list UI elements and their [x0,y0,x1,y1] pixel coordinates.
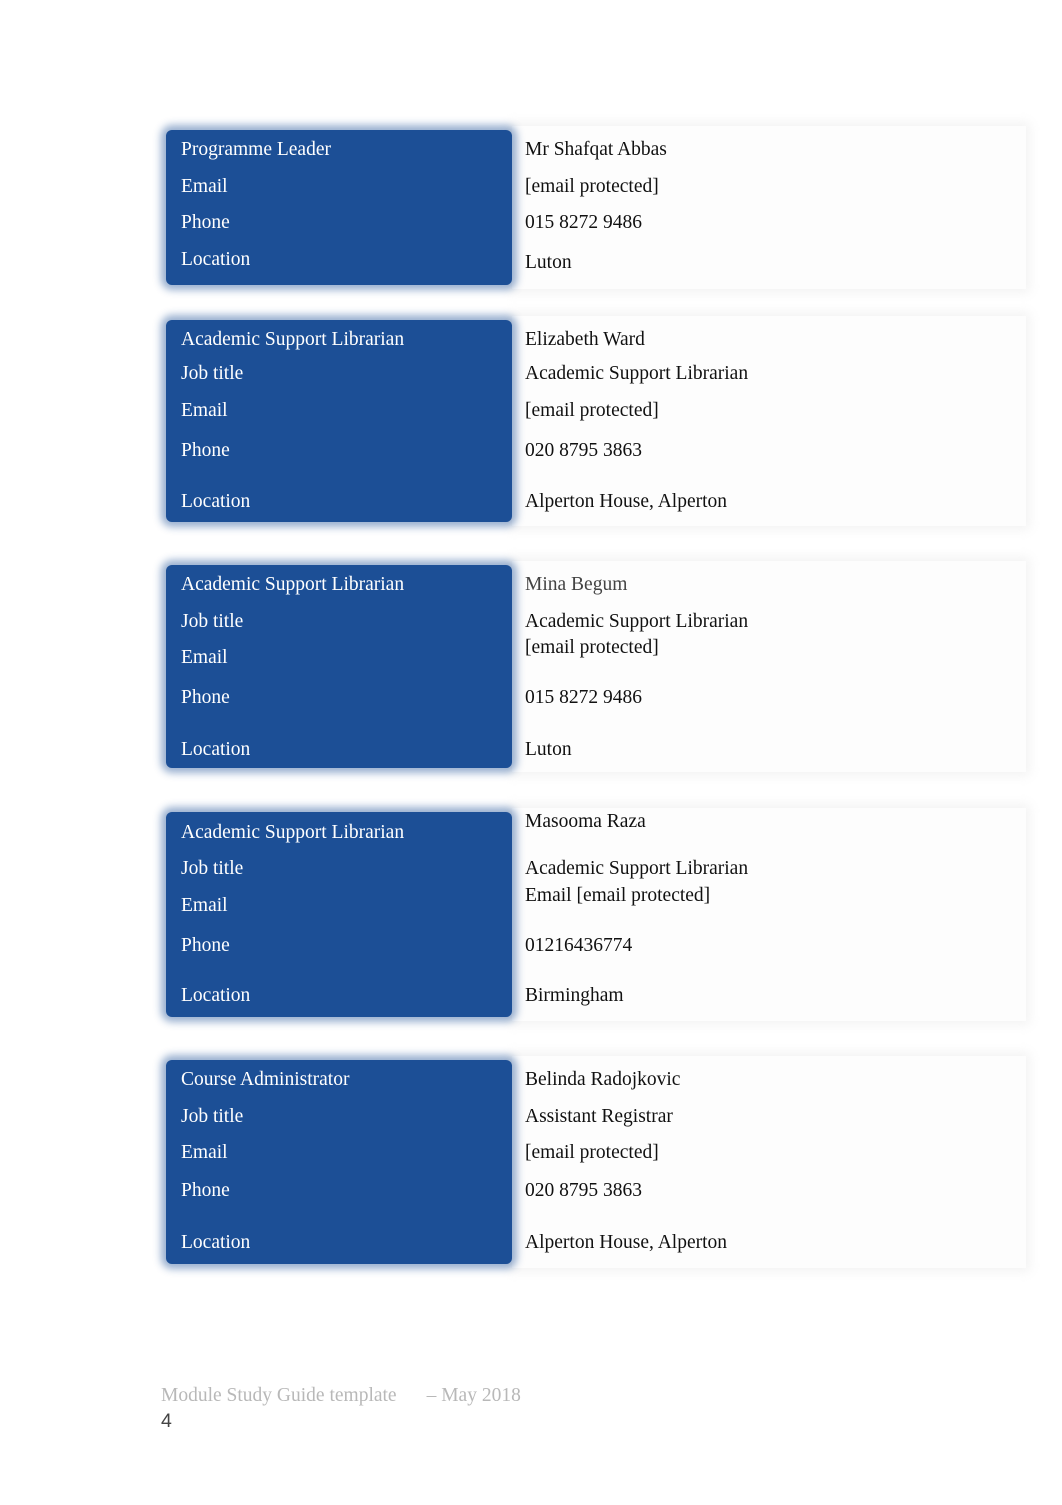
row-label: Academic Support Librarian [181,329,405,350]
row-value: Mina Begum [525,574,628,595]
row-value[interactable]: Email [email protected] [525,884,710,908]
row-label: Email [181,176,228,197]
page-footer: Module Study Guide template – May 2018 [161,1385,521,1407]
contact-card-course-administrator: Course Administrator Belinda Radojkovic … [166,1056,1026,1268]
contact-card-librarian-1: Academic Support Librarian Elizabeth War… [166,316,1026,526]
row-value: Alperton House, Alperton [525,491,728,512]
row-label: Location [181,491,251,512]
row-label: Job title [181,363,244,384]
row-label: Phone [181,440,230,461]
contact-row-location: Location Alperton House, Alperton [166,490,1026,514]
row-label: Phone [181,212,230,233]
contact-card-librarian-3: Academic Support Librarian Masooma Raza … [166,808,1026,1021]
contact-row-phone: Phone 015 8272 9486 [166,686,1026,710]
row-label: Programme Leader [181,139,331,160]
row-label: Phone [181,687,230,708]
row-value[interactable]: [email protected] [525,636,659,660]
row-value: Luton [525,739,572,760]
row-value: 020 8795 3863 [525,440,642,461]
row-label: Location [181,985,251,1006]
row-label: Job title [181,611,244,632]
footer-date: – May 2018 [426,1385,521,1406]
contact-row-job-title: Job title Academic Support Librarian [166,857,1026,881]
contact-row-location: Location Alperton House, Alperton [166,1231,1026,1255]
contact-row-email: Email [email protected] [166,637,1026,670]
contact-row-role: Academic Support Librarian Elizabeth War… [166,328,1026,352]
row-value: Academic Support Librarian [525,611,749,632]
contact-row-job-title: Job title Assistant Registrar [166,1105,1026,1129]
page-number: 4 [161,1410,172,1432]
row-label: Location [181,739,251,760]
contact-row-phone: Phone 020 8795 3863 [166,439,1026,463]
row-value: Elizabeth Ward [525,329,645,350]
row-value: Academic Support Librarian [525,858,749,879]
contact-row-location: Location Luton [166,248,1026,273]
row-label: Job title [181,858,244,879]
row-value: Belinda Radojkovic [525,1069,681,1090]
contact-row-job-title: Job title Academic Support Librarian [166,610,1026,634]
row-value: Academic Support Librarian [525,363,749,384]
contact-row-phone: Phone 020 8795 3863 [166,1179,1026,1203]
row-label: Phone [181,935,230,956]
row-label: Location [181,249,251,270]
contact-row-role: Academic Support Librarian Masooma Raza [166,811,1026,845]
contact-row-location: Location Birmingham [166,984,1026,1008]
row-label: Location [181,1232,251,1253]
row-value: Assistant Registrar [525,1106,673,1127]
contact-row-phone: Phone 01216436774 [166,934,1026,958]
row-label: Academic Support Librarian [181,822,405,843]
row-value[interactable]: [email protected] [525,399,659,423]
row-label: Phone [181,1180,230,1201]
contact-card-programme-leader: Programme Leader Mr Shafqat Abbas Email … [166,126,1026,289]
row-label: Academic Support Librarian [181,574,405,595]
contact-row-role: Programme Leader Mr Shafqat Abbas [166,138,1026,162]
row-value: Masooma Raza [525,811,646,832]
row-label: Job title [181,1106,244,1127]
contact-row-email: Email Email [email protected] [166,885,1026,918]
contact-row-role: Academic Support Librarian Mina Begum [166,573,1026,597]
row-label: Course Administrator [181,1069,350,1090]
row-value: Luton [525,252,572,273]
row-value: 020 8795 3863 [525,1180,642,1201]
contact-row-email: Email [email protected] [166,399,1026,423]
row-value[interactable]: [email protected] [525,175,659,199]
contact-row-email: Email [email protected] [166,1141,1026,1165]
row-value: Birmingham [525,985,624,1006]
contact-row-phone: Phone 015 8272 9486 [166,211,1026,235]
footer-title: Module Study Guide template [161,1385,397,1406]
row-label: Email [181,400,228,421]
row-value: 01216436774 [525,935,633,956]
row-value: Mr Shafqat Abbas [525,139,667,160]
row-label: Email [181,647,228,668]
row-label: Email [181,1142,228,1163]
row-label: Email [181,895,228,916]
contact-row-email: Email [email protected] [166,175,1026,199]
contact-row-location: Location Luton [166,738,1026,762]
row-value: 015 8272 9486 [525,687,642,708]
contact-card-librarian-2: Academic Support Librarian Mina Begum Jo… [166,561,1026,772]
row-value[interactable]: [email protected] [525,1141,659,1165]
contact-row-job-title: Job title Academic Support Librarian [166,362,1026,386]
row-value: 015 8272 9486 [525,212,642,233]
row-value: Alperton House, Alperton [525,1232,728,1253]
contact-row-role: Course Administrator Belinda Radojkovic [166,1068,1026,1092]
